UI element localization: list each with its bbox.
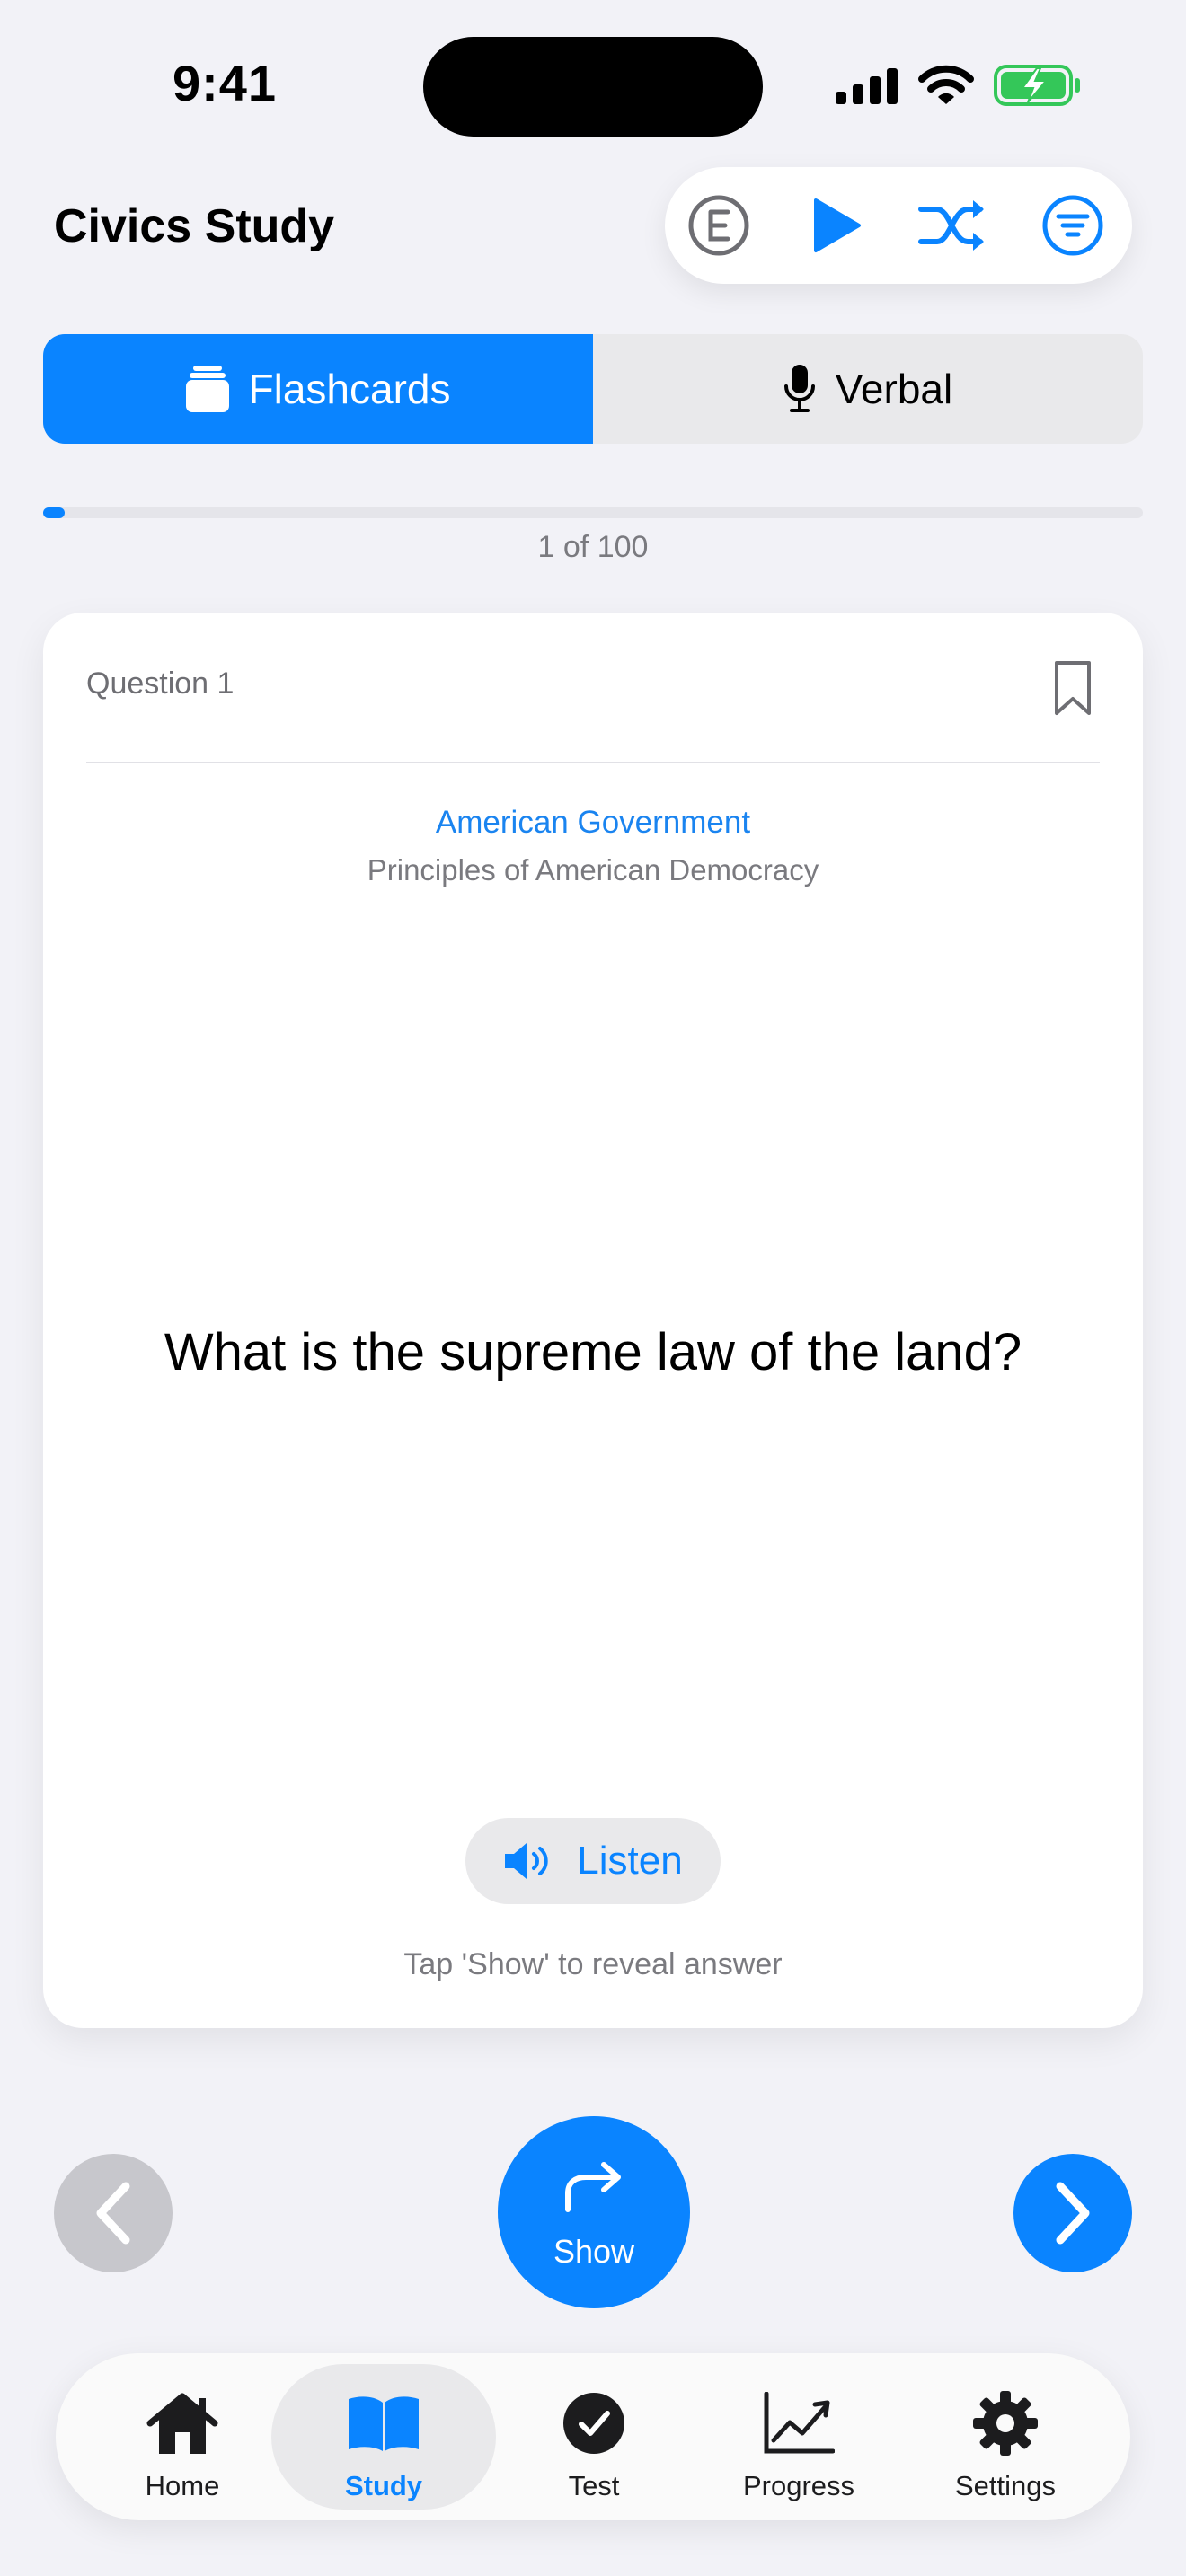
play-icon bbox=[814, 198, 861, 252]
e-circle-icon bbox=[688, 195, 749, 256]
shuffle-icon bbox=[918, 200, 984, 251]
next-button[interactable] bbox=[1013, 2154, 1132, 2272]
tab-progress-label: Progress bbox=[742, 2470, 855, 2501]
shuffle-button[interactable] bbox=[916, 190, 988, 261]
tab-settings-label: Settings bbox=[954, 2470, 1056, 2501]
card-divider bbox=[86, 762, 1100, 763]
reveal-hint: Tap 'Show' to reveal answer bbox=[403, 1947, 783, 1981]
question-number: Question 1 bbox=[86, 666, 235, 701]
wifi-icon bbox=[918, 65, 974, 104]
tab-verbal[interactable]: Verbal bbox=[593, 334, 1143, 444]
microphone-icon bbox=[783, 365, 815, 412]
progress-fill bbox=[43, 507, 66, 518]
flashcard[interactable]: Question 1 American Government Principle… bbox=[43, 613, 1143, 2028]
cards-stack-icon bbox=[185, 366, 229, 412]
toolbar bbox=[665, 167, 1132, 284]
flip-arrow-icon bbox=[565, 2162, 621, 2212]
checkmark-circle-icon bbox=[563, 2393, 624, 2454]
listen-button[interactable]: Listen bbox=[465, 1818, 721, 1904]
show-label: Show bbox=[553, 2233, 635, 2270]
tab-verbal-label: Verbal bbox=[835, 366, 953, 412]
tab-study[interactable]: Study bbox=[271, 2364, 496, 2510]
tab-progress[interactable]: Progress bbox=[686, 2364, 911, 2510]
tab-home-label: Home bbox=[145, 2470, 220, 2501]
question-subcategory: Principles of American Democracy bbox=[367, 853, 819, 887]
dynamic-island bbox=[423, 37, 763, 137]
battery-charging-icon bbox=[994, 65, 1080, 106]
house-icon bbox=[146, 2393, 218, 2454]
status-time: 9:41 bbox=[172, 55, 278, 111]
mode-segmented-control: Flashcards Verbal bbox=[43, 334, 1143, 444]
english-mode-button[interactable] bbox=[683, 190, 755, 261]
question-category: American Government bbox=[435, 805, 751, 840]
chevron-left-icon bbox=[96, 2182, 130, 2245]
tab-home[interactable]: Home bbox=[70, 2364, 295, 2510]
progress-bar bbox=[43, 507, 1143, 518]
chevron-right-icon bbox=[1056, 2182, 1090, 2245]
bookmark-button[interactable] bbox=[1053, 659, 1093, 721]
question-text: What is the supreme law of the land? bbox=[164, 1323, 1022, 1381]
show-answer-button[interactable]: Show bbox=[498, 2116, 690, 2308]
previous-button[interactable] bbox=[54, 2154, 173, 2272]
chart-line-icon bbox=[764, 2392, 835, 2454]
screen: 9:41 Civics Study Flashcards Verbal 1 of… bbox=[0, 0, 1186, 2576]
gear-icon bbox=[973, 2391, 1038, 2456]
tab-flashcards-label: Flashcards bbox=[248, 366, 451, 412]
listen-label: Listen bbox=[577, 1839, 683, 1883]
progress-text: 1 of 100 bbox=[537, 530, 649, 564]
filter-icon bbox=[1042, 195, 1103, 256]
tab-test-label: Test bbox=[568, 2470, 620, 2501]
tab-test[interactable]: Test bbox=[482, 2364, 706, 2510]
tab-study-label: Study bbox=[344, 2470, 423, 2501]
cellular-signal-icon bbox=[836, 68, 898, 104]
filter-button[interactable] bbox=[1037, 190, 1109, 261]
book-icon bbox=[349, 2396, 419, 2451]
page-title: Civics Study bbox=[54, 200, 335, 252]
tab-bar: Home Study Test Progress Settings bbox=[56, 2353, 1130, 2520]
tab-settings[interactable]: Settings bbox=[893, 2364, 1118, 2510]
play-button[interactable] bbox=[800, 190, 872, 261]
speaker-icon bbox=[505, 1843, 548, 1879]
tab-flashcards[interactable]: Flashcards bbox=[43, 334, 593, 444]
bookmark-icon bbox=[1055, 661, 1091, 715]
